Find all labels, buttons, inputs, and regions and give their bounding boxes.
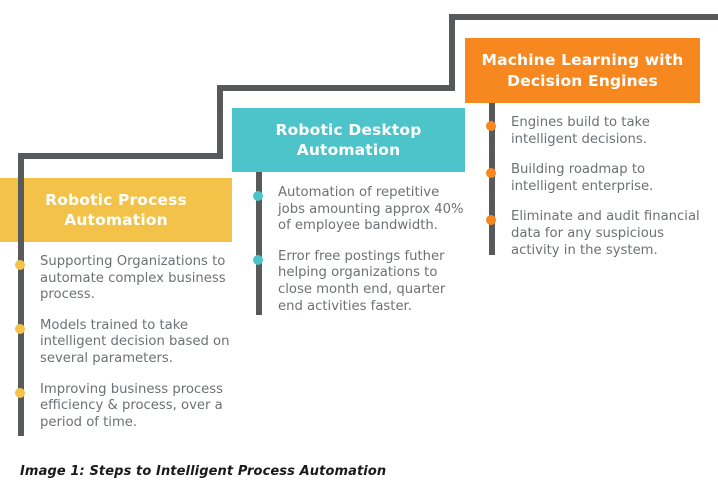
bullet-text: Error free postings futher helping organ… <box>278 248 446 314</box>
bullet-dot-icon <box>486 215 496 226</box>
list-item: Supporting Organizations to automate com… <box>14 254 236 304</box>
figure-caption: Image 1: Steps to Intelligent Process Au… <box>20 464 387 479</box>
bullet-dot-icon <box>486 168 496 179</box>
list-item: Models trained to take intelligent decis… <box>14 318 236 368</box>
bullet-text: Supporting Organizations to automate com… <box>40 254 226 303</box>
stage-bullets-machine-learning-with-decision-engines: Engines build to take intelligent decisi… <box>485 115 703 259</box>
list-item: Automation of repetitive jobs amounting … <box>252 185 470 235</box>
list-item: Improving business process efficiency & … <box>14 382 236 432</box>
list-item: Engines build to take intelligent decisi… <box>485 115 703 148</box>
bullet-dot-icon <box>486 121 496 131</box>
list-item: Error free postings futher helping organ… <box>252 249 470 315</box>
bullet-text: Models trained to take intelligent decis… <box>40 317 230 366</box>
list-item: Eliminate and audit financial data for a… <box>485 209 703 259</box>
bullet-dot-icon <box>15 387 25 398</box>
process-automation-infographic: Robotic Process Automation Supporting Or… <box>0 0 718 503</box>
bullet-text: Building roadmap to intelligent enterpri… <box>511 162 654 194</box>
stage-title: Robotic Process Automation <box>45 190 187 229</box>
list-item: Building roadmap to intelligent enterpri… <box>485 162 703 195</box>
bullet-text: Eliminate and audit financial data for a… <box>511 209 700 258</box>
stage-title: Machine Learning with Decision Engines <box>481 51 684 90</box>
bullet-dot-icon <box>253 191 263 201</box>
bullet-dot-icon <box>253 254 263 265</box>
stage-title: Robotic Desktop Automation <box>275 120 422 159</box>
bullet-text: Automation of repetitive jobs amounting … <box>278 185 464 234</box>
bullet-text: Engines build to take intelligent decisi… <box>511 115 650 147</box>
stage-header-machine-learning-with-decision-engines: Machine Learning with Decision Engines <box>465 38 700 103</box>
bullet-dot-icon <box>15 323 25 334</box>
stage-header-robotic-desktop-automation: Robotic Desktop Automation <box>232 108 465 172</box>
stage-bullets-robotic-process-automation: Supporting Organizations to automate com… <box>14 254 236 431</box>
bullet-dot-icon <box>15 260 25 270</box>
bullet-text: Improving business process efficiency & … <box>40 381 224 430</box>
stage-bullets-robotic-desktop-automation: Automation of repetitive jobs amounting … <box>252 185 470 315</box>
stage-header-robotic-process-automation: Robotic Process Automation <box>0 178 232 242</box>
